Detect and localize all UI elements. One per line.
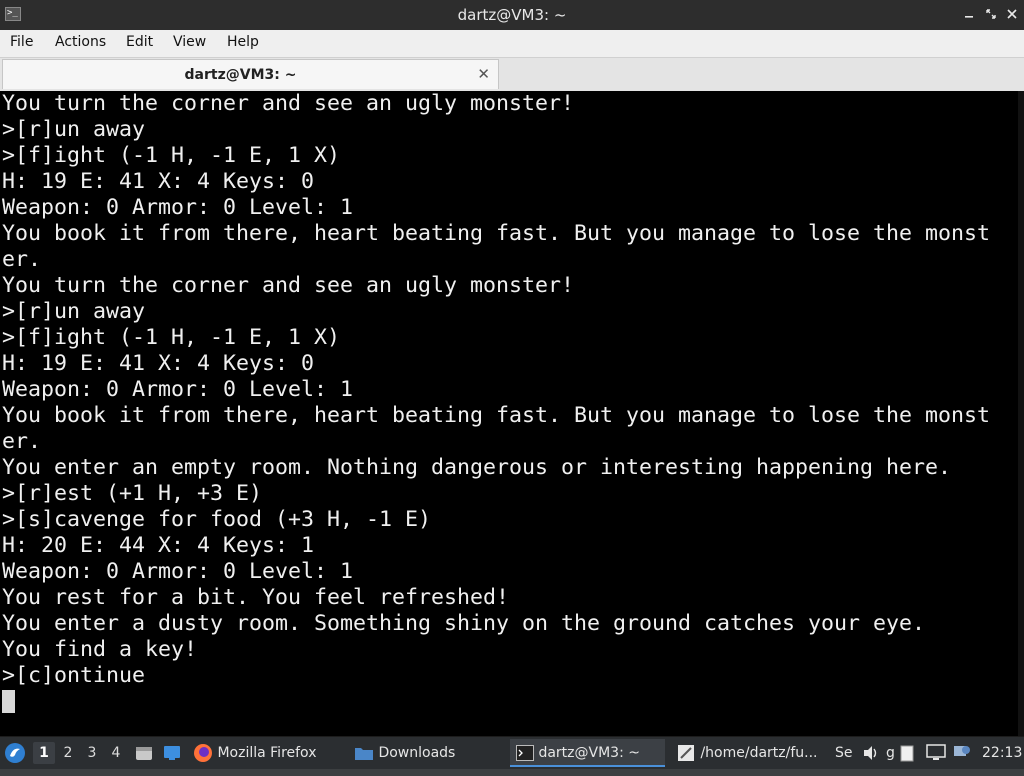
close-icon [1007, 9, 1017, 19]
terminal-icon [516, 745, 534, 761]
workspace-2[interactable]: 2 [57, 742, 79, 764]
terminal-line: >[f]ight (-1 H, -1 E, 1 X) [2, 325, 341, 350]
clock[interactable]: 22:13 [982, 737, 1022, 769]
taskbar: 1 2 3 4 Mozilla Firefox Downloads dartz@… [0, 736, 1024, 769]
menu-file[interactable]: File [10, 34, 33, 50]
text-editor-icon [678, 745, 694, 761]
terminal-line: er. [2, 247, 42, 272]
menu-edit[interactable]: Edit [126, 34, 153, 50]
monitor-icon [926, 744, 946, 760]
app-menu-button[interactable] [4, 737, 28, 769]
close-button[interactable] [1003, 6, 1021, 24]
task-clipped-1[interactable]: Se [835, 739, 861, 767]
file-manager-launcher-icon [136, 747, 152, 760]
maximize-icon [986, 9, 996, 19]
terminal-line: You book it from there, heart beating fa… [2, 403, 991, 428]
terminal-scrollbar[interactable] [1018, 91, 1024, 736]
menu-view[interactable]: View [173, 34, 206, 50]
terminal-line: You turn the corner and see an ugly mons… [2, 273, 575, 298]
terminal-line: >[r]un away [2, 117, 146, 142]
task-label: g [886, 745, 895, 761]
terminal-lines: You turn the corner and see an ugly mons… [2, 91, 990, 689]
workspace-1[interactable]: 1 [33, 742, 55, 764]
task-terminal[interactable]: dartz@VM3: ~ [510, 739, 665, 767]
desktop-icon [164, 746, 180, 760]
terminal-line: You turn the corner and see an ugly mons… [2, 91, 575, 116]
firefox-icon [194, 744, 212, 762]
minimize-icon [965, 16, 973, 18]
network-button[interactable] [953, 737, 973, 769]
task-label: /home/dartz/fu... [700, 745, 818, 761]
menu-actions[interactable]: Actions [55, 34, 106, 50]
tab-bar: dartz@VM3: ~ ✕ [0, 58, 1024, 91]
workspace-3[interactable]: 3 [81, 742, 103, 764]
task-downloads[interactable]: Downloads [354, 739, 504, 767]
terminal-line: >[c]ontinue [2, 663, 146, 688]
terminal-line: You rest for a bit. You feel refreshed! [2, 585, 510, 610]
show-desktop-button[interactable] [135, 737, 155, 769]
terminal-line: You book it from there, heart beating fa… [2, 221, 991, 246]
window-title: dartz@VM3: ~ [457, 6, 567, 24]
task-label: Mozilla Firefox [217, 745, 317, 761]
terminal-line: You enter a dusty room. Something shiny … [2, 611, 926, 636]
task-label: dartz@VM3: ~ [538, 745, 640, 761]
network-icon [954, 746, 970, 756]
maximize-button[interactable] [982, 6, 1000, 24]
terminal-line: You find a key! [2, 637, 198, 662]
terminal-line: >[r]est (+1 H, +3 E) [2, 481, 263, 506]
clipboard-button[interactable] [900, 737, 918, 769]
task-firefox[interactable]: Mozilla Firefox [193, 739, 343, 767]
menu-help[interactable]: Help [227, 34, 259, 50]
terminal-output[interactable]: You turn the corner and see an ugly mons… [0, 91, 1024, 736]
task-text-editor[interactable]: /home/dartz/fu... [676, 739, 831, 767]
terminal-line: Weapon: 0 Armor: 0 Level: 1 [2, 377, 354, 402]
folder-icon [355, 748, 373, 760]
terminal-line: >[f]ight (-1 H, -1 E, 1 X) [2, 143, 341, 168]
volume-button[interactable] [862, 737, 884, 769]
desktop-launcher[interactable] [163, 737, 183, 769]
minimize-button[interactable] [960, 6, 978, 24]
terminal-line: >[r]un away [2, 299, 146, 324]
task-clipped-2[interactable]: g [886, 739, 900, 767]
display-button[interactable] [926, 737, 948, 769]
task-label: Downloads [378, 745, 456, 761]
terminal-line: H: 20 E: 44 X: 4 Keys: 1 [2, 533, 315, 558]
terminal-tab[interactable]: dartz@VM3: ~ ✕ [2, 59, 499, 89]
terminal-cursor [2, 690, 15, 713]
clipboard-icon [900, 745, 914, 762]
terminal-line: er. [2, 429, 42, 454]
terminal-line: Weapon: 0 Armor: 0 Level: 1 [2, 195, 354, 220]
tab-close-icon[interactable]: ✕ [477, 65, 490, 83]
tab-label: dartz@VM3: ~ [184, 67, 297, 83]
window-titlebar[interactable]: >_ dartz@VM3: ~ [0, 0, 1024, 31]
terminal-line: You enter an empty room. Nothing dangero… [2, 455, 952, 480]
task-label: Se [835, 745, 853, 761]
volume-icon [864, 746, 877, 760]
terminal-line: H: 19 E: 41 X: 4 Keys: 0 [2, 351, 315, 376]
menu-bar: File Actions Edit View Help [0, 30, 1024, 58]
start-menu-icon [5, 743, 25, 763]
terminal-line: Weapon: 0 Armor: 0 Level: 1 [2, 559, 354, 584]
terminal-line: >[s]cavenge for food (+3 H, -1 E) [2, 507, 432, 532]
terminal-line: H: 19 E: 41 X: 4 Keys: 0 [2, 169, 315, 194]
workspace-4[interactable]: 4 [105, 742, 127, 764]
